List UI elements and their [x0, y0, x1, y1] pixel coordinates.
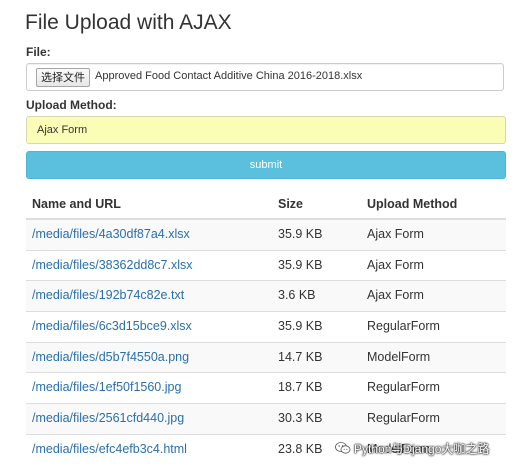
- file-size: 35.9 KB: [278, 319, 323, 334]
- table-header-row: Name and URL Size Upload Method: [26, 190, 506, 219]
- file-upload-method: RegularForm: [367, 319, 440, 334]
- file-size: 3.6 KB: [278, 288, 316, 303]
- column-header-size: Size: [278, 197, 304, 211]
- file-size: 35.9 KB: [278, 257, 323, 272]
- file-upload-method: Ajax Form: [367, 227, 424, 241]
- file-upload-method: RegularForm: [367, 411, 440, 426]
- file-input[interactable]: 选择文件 Approved Food Contact Additive Chin…: [26, 63, 504, 91]
- table-row: /media/files/6c3d15bce9.xlsx 35.9 KB Reg…: [26, 311, 506, 342]
- table-row: /media/files/1ef50f1560.jpg 18.7 KB Regu…: [26, 372, 506, 403]
- submit-button[interactable]: submit: [26, 151, 506, 179]
- upload-page: File Upload with AJAX File: 选择文件 Approve…: [0, 0, 526, 470]
- file-size: 30.3 KB: [278, 411, 323, 426]
- file-upload-method: Ajax Form: [367, 257, 424, 272]
- file-link[interactable]: /media/files/2561cfd440.jpg: [32, 411, 184, 425]
- watermark: Python与Django大咖之路: [335, 440, 489, 462]
- file-size: 35.9 KB: [278, 227, 323, 241]
- file-upload-method: ModelForm: [367, 349, 431, 364]
- table-row: /media/files/192b74c82e.txt 3.6 KB Ajax …: [26, 280, 506, 312]
- column-header-method: Upload Method: [367, 197, 458, 211]
- file-size: 18.7 KB: [278, 380, 323, 395]
- wechat-icon: [335, 442, 351, 454]
- table-row: /media/files/4a30df87a4.xlsx 35.9 KB Aja…: [26, 219, 506, 250]
- file-link[interactable]: /media/files/4a30df87a4.xlsx: [32, 227, 190, 241]
- table-row: /media/files/2561cfd440.jpg 30.3 KB Regu…: [26, 403, 506, 434]
- selected-file-name: Approved Food Contact Additive China 201…: [95, 70, 363, 82]
- file-link[interactable]: /media/files/192b74c82e.txt: [32, 288, 184, 302]
- file-upload-method: Ajax Form: [367, 288, 424, 303]
- upload-method-label: Upload Method:: [26, 98, 117, 112]
- table-row: /media/files/38362dd8c7.xlsx 35.9 KB Aja…: [26, 249, 506, 281]
- file-label: File:: [26, 45, 51, 59]
- file-link[interactable]: /media/files/1ef50f1560.jpg: [32, 380, 181, 394]
- choose-file-button[interactable]: 选择文件: [36, 68, 90, 87]
- table-row: /media/files/d5b7f4550a.png 14.7 KB Mode…: [26, 341, 506, 373]
- file-link[interactable]: /media/files/d5b7f4550a.png: [32, 350, 189, 364]
- file-size: 23.8 KB: [278, 441, 323, 456]
- page-title: File Upload with AJAX: [25, 11, 232, 34]
- file-link[interactable]: /media/files/38362dd8c7.xlsx: [32, 258, 193, 272]
- upload-method-input[interactable]: Ajax Form: [26, 116, 506, 144]
- file-link[interactable]: /media/files/efc4efb3c4.html: [32, 442, 187, 456]
- file-size: 14.7 KB: [278, 349, 323, 364]
- file-upload-method: RegularForm: [367, 380, 440, 395]
- watermark-text: Python与Django大咖之路: [354, 442, 490, 456]
- files-table: Name and URL Size Upload Method /media/f…: [26, 190, 506, 465]
- file-link[interactable]: /media/files/6c3d15bce9.xlsx: [32, 319, 192, 333]
- column-header-name: Name and URL: [32, 197, 121, 211]
